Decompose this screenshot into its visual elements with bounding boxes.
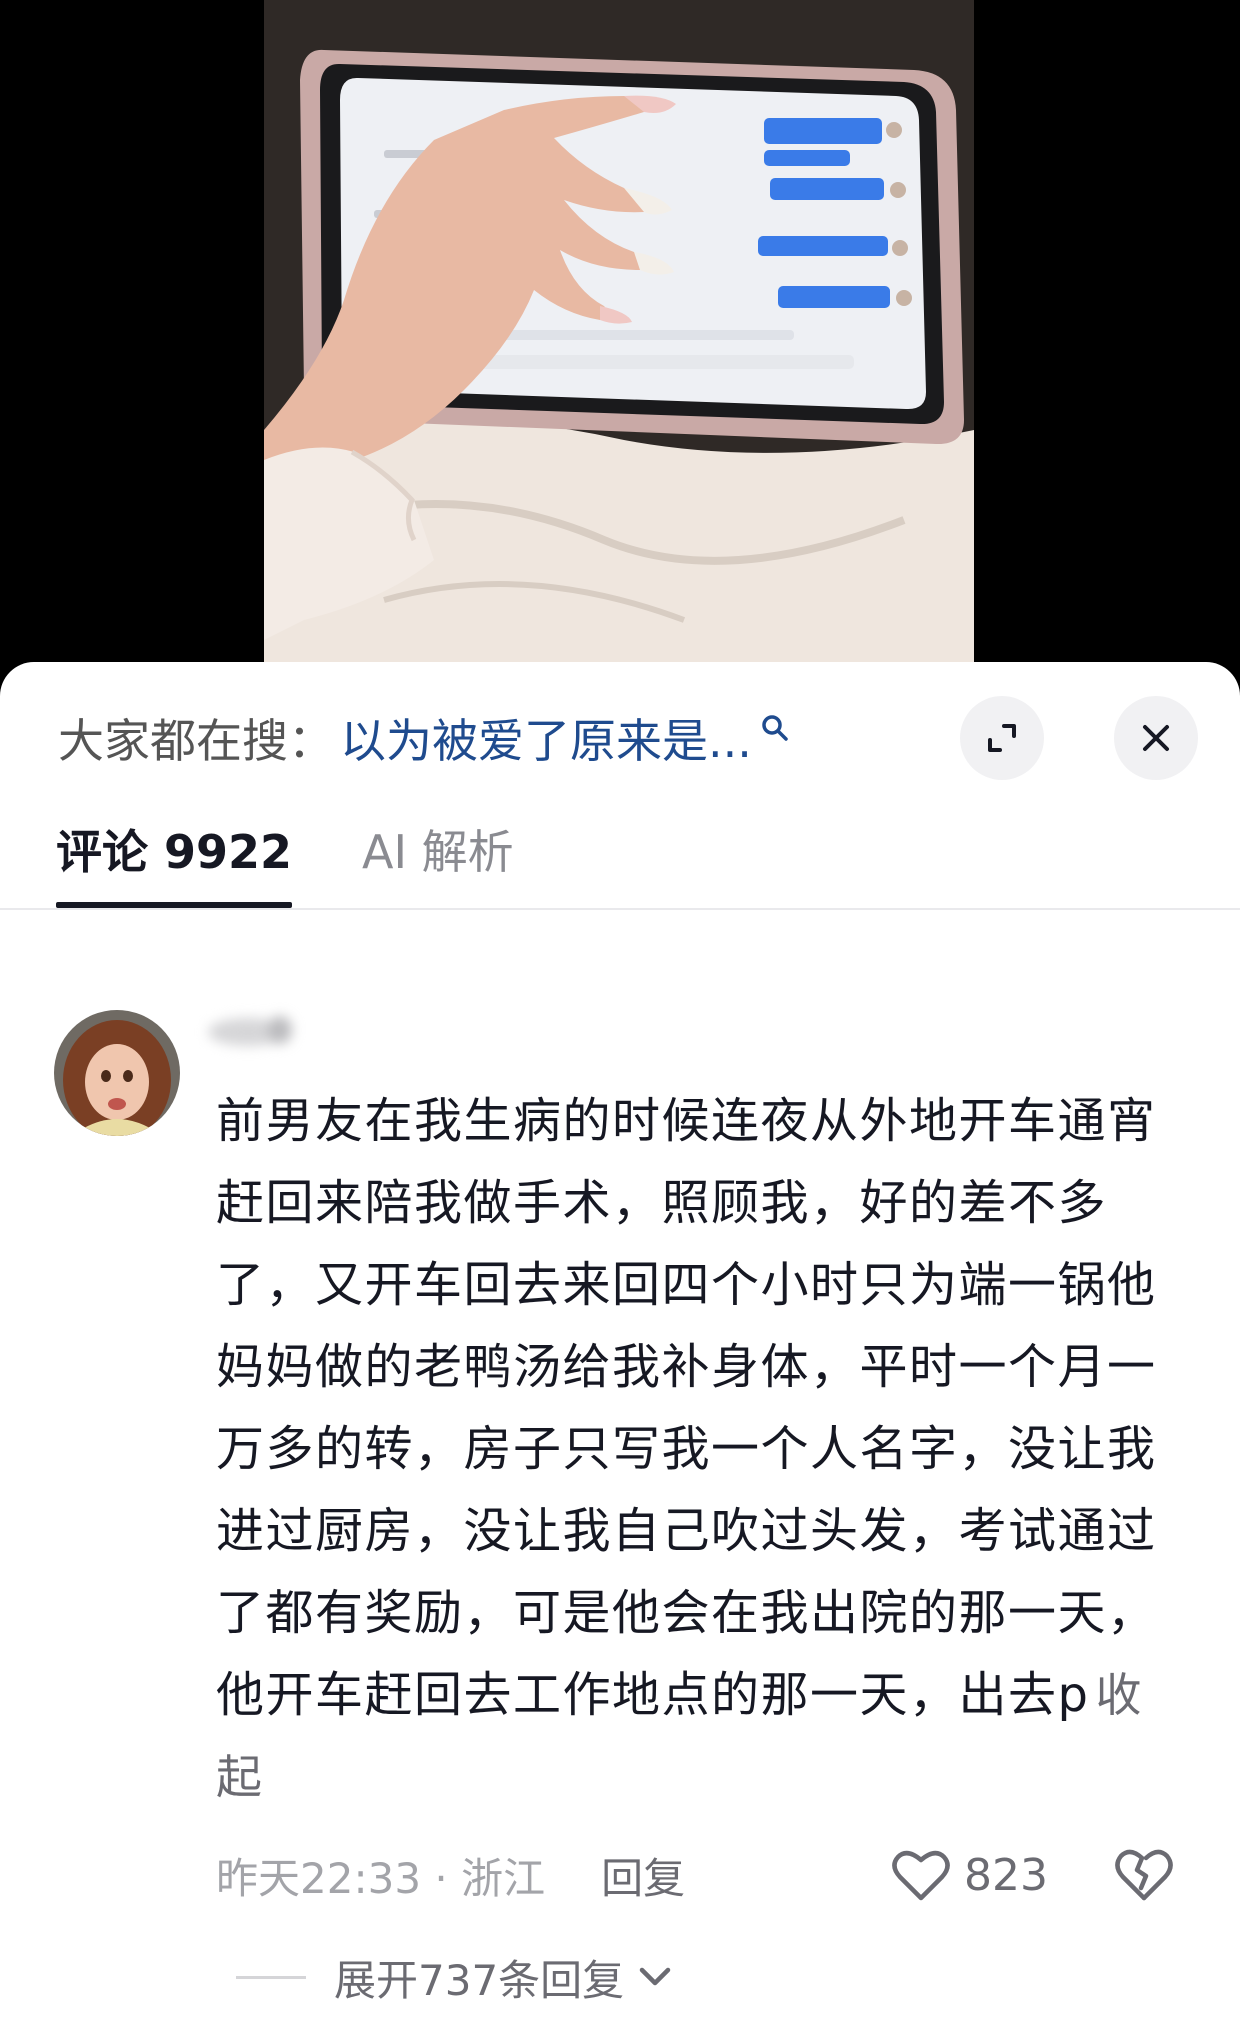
tab-ai-analysis-label: AI 解析 xyxy=(362,825,514,879)
close-button[interactable] xyxy=(1114,696,1198,780)
heart-icon xyxy=(892,1850,950,1901)
divider-line xyxy=(236,1975,306,1979)
expand-replies-button[interactable]: 展开737条回复 xyxy=(236,1942,672,2012)
video-player[interactable] xyxy=(0,0,1240,680)
tab-bar: 评论 9922 AI 解析 xyxy=(0,812,1240,910)
comment-meta: 昨天22:33 · 浙江 回复 xyxy=(216,1840,685,1910)
username-blurred xyxy=(188,1006,308,1060)
search-icon[interactable] xyxy=(760,713,790,743)
trending-search[interactable]: 大家都在搜： 以为被爱了原来是... xyxy=(58,702,790,774)
comment-body: 前男友在我生病的时候连夜从外地开车通宵赶回来陪我做手术，照顾我，好的差不多了，又… xyxy=(216,1080,1166,1818)
trending-search-term[interactable]: 以为被爱了原来是... xyxy=(340,705,752,771)
comment-time-location: 昨天22:33 · 浙江 xyxy=(216,1853,546,1903)
reply-button[interactable]: 回复 xyxy=(601,1845,685,1906)
trending-search-prefix: 大家都在搜： xyxy=(58,714,334,768)
like-count: 823 xyxy=(964,1849,1048,1901)
tab-ai-analysis[interactable]: AI 解析 xyxy=(362,812,514,908)
close-icon xyxy=(1143,725,1169,751)
comment-sheet: 大家都在搜： 以为被爱了原来是... 评论 9922 AI 解析 前男友在我生病… xyxy=(0,662,1240,2032)
tab-comments[interactable]: 评论 9922 xyxy=(56,812,293,908)
video-still-image xyxy=(264,0,974,680)
expand-button[interactable] xyxy=(960,696,1044,780)
expand-icon xyxy=(988,724,1016,752)
tab-comments-label: 评论 9922 xyxy=(56,825,293,879)
tab-active-indicator xyxy=(56,902,293,908)
avatar[interactable] xyxy=(54,1010,180,1136)
video-frame[interactable] xyxy=(264,0,974,680)
comment-text: 前男友在我生病的时候连夜从外地开车通宵赶回来陪我做手术，照顾我，好的差不多了，又… xyxy=(216,1093,1157,1723)
chevron-down-icon xyxy=(639,1967,671,1986)
username-redaction xyxy=(208,1016,292,1046)
like-button[interactable]: 823 xyxy=(892,1840,1048,1910)
expand-replies-label: 展开737条回复 xyxy=(334,1955,625,2005)
broken-heart-icon[interactable] xyxy=(1114,1844,1174,1904)
avatar-image xyxy=(54,1010,180,1136)
